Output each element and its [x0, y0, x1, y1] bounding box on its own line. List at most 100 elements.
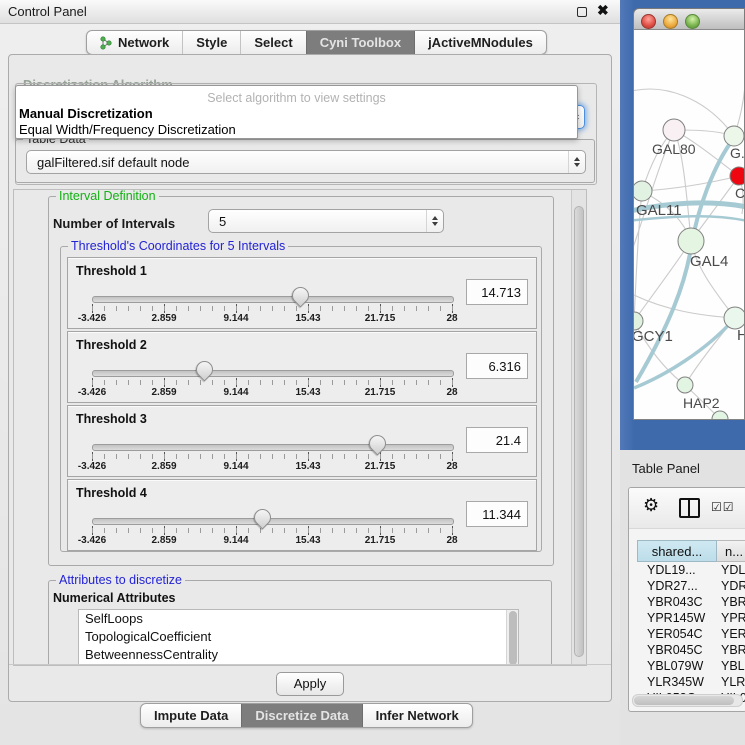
- thresholds-group-label: Threshold's Coordinates for 5 Intervals: [68, 239, 288, 253]
- number-of-intervals-label: Number of Intervals: [53, 216, 175, 231]
- gear-icon[interactable]: ⚙: [643, 495, 659, 516]
- close-icon[interactable]: ✖: [597, 2, 609, 19]
- attributes-scrollbar[interactable]: [506, 610, 518, 666]
- node-selected-red[interactable]: [730, 167, 745, 185]
- network-canvas[interactable]: GAL80 G. C GAL11 GAL4 GCY1 H HAP2: [633, 30, 745, 420]
- network-window-titlebar[interactable]: [633, 8, 745, 30]
- close-traffic-light[interactable]: [641, 14, 656, 29]
- threshold-4-value-field[interactable]: 11.344: [466, 501, 528, 527]
- checkboxes-icon[interactable]: ☑☑: [711, 500, 735, 514]
- algorithm-hint: Select algorithm to view settings: [16, 91, 577, 105]
- tab-network-label: Network: [118, 35, 169, 50]
- zoom-traffic-light[interactable]: [685, 14, 700, 29]
- table-row[interactable]: YBR043CYBR0: [637, 594, 745, 610]
- threshold-1-panel: Threshold 1 -3.4262.859 9.14415.43 21.71…: [67, 257, 537, 329]
- threshold-1-label: Threshold 1: [76, 264, 147, 278]
- table-header: shared... n...: [637, 540, 745, 562]
- control-panel-window: Control Panel ✖ Network Style Select: [0, 0, 620, 745]
- node-h[interactable]: [724, 307, 745, 329]
- algorithm-option-manual[interactable]: Manual Discretization: [19, 106, 153, 121]
- thresholds-group: Threshold's Coordinates for 5 Intervals …: [60, 246, 542, 552]
- interval-definition-group-label: Interval Definition: [56, 189, 159, 203]
- tab-style-label: Style: [196, 35, 227, 50]
- slider-tick-labels: -3.4262.859 9.14415.43 21.71528: [92, 313, 452, 325]
- scrollbar-thumb[interactable]: [634, 696, 734, 705]
- columns-icon[interactable]: [679, 498, 700, 518]
- list-item[interactable]: TopologicalCoefficient: [79, 628, 518, 646]
- column-header-name[interactable]: n...: [717, 540, 745, 562]
- window-title: Control Panel: [8, 4, 87, 19]
- tab-jactivemnodules-label: jActiveMNodules: [428, 35, 533, 50]
- slider-minor-ticks: [92, 454, 453, 459]
- threshold-3-slider-track[interactable]: [92, 444, 454, 451]
- threshold-4-slider-track[interactable]: [92, 518, 454, 525]
- slider-minor-ticks: [92, 380, 453, 385]
- threshold-3-value-field[interactable]: 21.4: [466, 427, 528, 453]
- tab-network[interactable]: Network: [87, 31, 182, 54]
- node-label: GAL80: [652, 141, 696, 157]
- cyni-toolbox-panel: Discretization Algorithm Select algorith…: [8, 54, 612, 702]
- tab-jactivemnodules[interactable]: jActiveMNodules: [414, 31, 546, 54]
- node-label: G.: [730, 145, 745, 161]
- threshold-2-value-field[interactable]: 6.316: [466, 353, 528, 379]
- float-window-icon[interactable]: [577, 7, 587, 17]
- slider-tick-labels: -3.4262.859 9.14415.43 21.71528: [92, 461, 452, 473]
- list-item[interactable]: SelfLoops: [79, 610, 518, 628]
- column-header-shared-name[interactable]: shared...: [637, 540, 717, 562]
- combo-stepper-icon: [568, 151, 585, 173]
- table-data-group: Table Data galFiltered.sif default node: [15, 139, 595, 183]
- network-graph: GAL80 G. C GAL11 GAL4 GCY1 H HAP2: [634, 30, 745, 420]
- algorithm-option-equal-width[interactable]: Equal Width/Frequency Discretization: [19, 122, 236, 137]
- settings-vertical-scrollbar[interactable]: [571, 190, 586, 665]
- threshold-2-panel: Threshold 2 -3.4262.859 9.14415.43 21.71…: [67, 331, 537, 403]
- tab-discretize-data-label: Discretize Data: [255, 708, 348, 723]
- node-partial-top-right[interactable]: [724, 126, 744, 146]
- node-label: C: [735, 185, 745, 201]
- table-row[interactable]: YDR27...YDR2: [637, 578, 745, 594]
- number-of-intervals-combobox[interactable]: 5: [208, 209, 444, 233]
- tab-impute-data[interactable]: Impute Data: [141, 704, 241, 727]
- right-panel: GAL80 G. C GAL11 GAL4 GCY1 H HAP2 Table …: [620, 0, 745, 745]
- table-panel-title: Table Panel: [632, 461, 700, 476]
- node-gal11[interactable]: [634, 181, 652, 201]
- combo-stepper-icon: [426, 210, 443, 232]
- table-row[interactable]: YPR145WYPR1: [637, 610, 745, 626]
- table-row[interactable]: YBL079WYBL0: [637, 658, 745, 674]
- threshold-3-label: Threshold 3: [76, 412, 147, 426]
- tab-discretize-data[interactable]: Discretize Data: [241, 704, 361, 727]
- scrollbar-thumb[interactable]: [574, 206, 584, 657]
- threshold-2-slider-track[interactable]: [92, 370, 454, 377]
- table-row[interactable]: YLR345WYLR3: [637, 674, 745, 690]
- tab-infer-network-label: Infer Network: [376, 708, 459, 723]
- tab-select[interactable]: Select: [240, 31, 305, 54]
- numerical-attributes-label: Numerical Attributes: [53, 591, 175, 605]
- node-label: H: [737, 327, 745, 344]
- settings-scroll-viewport: Interval Definition Number of Intervals …: [13, 189, 587, 666]
- node-label: HAP2: [683, 395, 720, 411]
- table-data-combobox[interactable]: galFiltered.sif default node: [26, 150, 586, 174]
- node-gal80[interactable]: [663, 119, 685, 141]
- table-horizontal-scrollbar[interactable]: [632, 694, 743, 707]
- algorithm-dropdown-popup: Select algorithm to view settings Manual…: [15, 85, 578, 139]
- node-gal4[interactable]: [678, 228, 704, 254]
- list-item[interactable]: BetweennessCentrality: [79, 646, 518, 664]
- minimize-traffic-light[interactable]: [663, 14, 678, 29]
- table-panel-toolbar: ⚙ ☑☑: [629, 488, 745, 529]
- apply-button[interactable]: Apply: [276, 672, 344, 696]
- table-row[interactable]: YER054CYER0: [637, 626, 745, 642]
- slider-minor-ticks: [92, 528, 453, 533]
- node-hap2[interactable]: [677, 377, 693, 393]
- control-panel-titlebar: Control Panel ✖: [0, 0, 620, 24]
- tab-infer-network[interactable]: Infer Network: [362, 704, 472, 727]
- threshold-1-slider-track[interactable]: [92, 296, 454, 303]
- node-label: GAL4: [690, 253, 728, 270]
- threshold-4-label: Threshold 4: [76, 486, 147, 500]
- node-partial-bottom[interactable]: [712, 411, 728, 420]
- slider-tick-labels: -3.4262.859 9.14415.43 21.71528: [92, 387, 452, 399]
- table-row[interactable]: YDL19...YDL1: [637, 562, 745, 578]
- attributes-group: Attributes to discretize Numerical Attri…: [48, 580, 552, 666]
- tab-cyni-toolbox[interactable]: Cyni Toolbox: [306, 31, 414, 54]
- threshold-1-value-field[interactable]: 14.713: [466, 279, 528, 305]
- tab-style[interactable]: Style: [182, 31, 240, 54]
- table-row[interactable]: YBR045CYBR0: [637, 642, 745, 658]
